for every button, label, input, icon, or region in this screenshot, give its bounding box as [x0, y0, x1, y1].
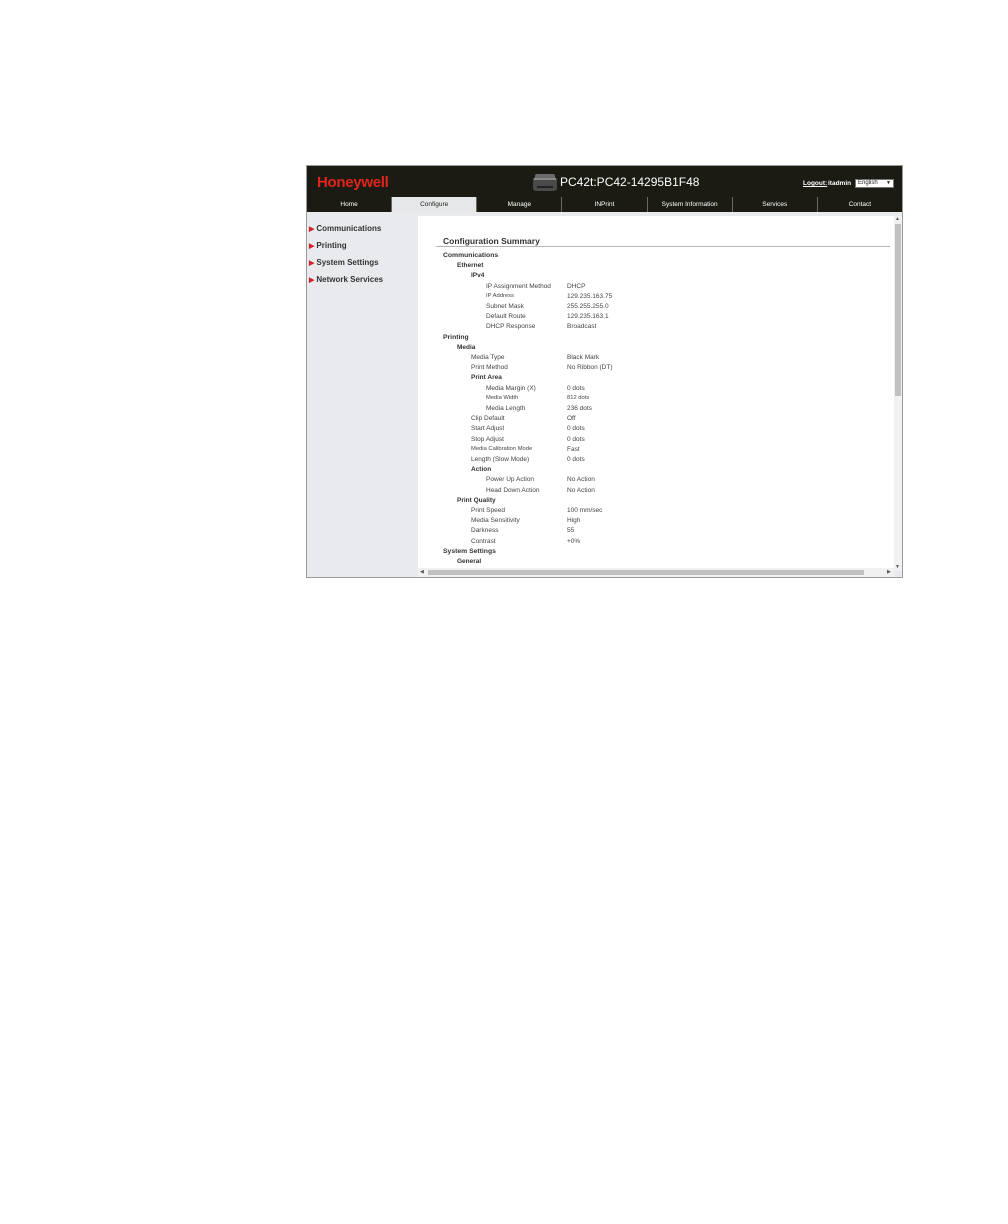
- title-divider: [436, 246, 890, 247]
- setting-value: No Action: [567, 486, 595, 494]
- setting-label: Contrast: [471, 537, 496, 545]
- sidebar-item-label: Communications: [316, 224, 382, 233]
- section-heading: General: [457, 558, 482, 565]
- sidebar-item-label: System Settings: [316, 258, 379, 267]
- section-heading: Communications: [443, 252, 499, 259]
- setting-label: Media Margin (X): [486, 384, 536, 392]
- setting-value: 0 dots: [567, 435, 585, 443]
- sidebar-item-system-settings[interactable]: ▶ System Settings: [309, 258, 379, 267]
- setting-value: Off: [567, 415, 576, 423]
- content-area: Configuration Summary Communications Ethe…: [418, 212, 902, 577]
- section-heading: Media: [457, 343, 476, 351]
- language-value: English: [858, 180, 878, 186]
- setting-value: 129.235.163.75: [567, 292, 613, 300]
- setting-value: Black Mark: [567, 354, 600, 361]
- setting-label: Length (Slow Mode): [471, 456, 530, 463]
- arrow-right-icon: ▶: [309, 226, 315, 233]
- setting-value: No Action: [567, 476, 595, 484]
- section-heading: Action: [471, 466, 492, 474]
- setting-label: Print Speed: [471, 507, 505, 514]
- device-title: PC42t:PC42-14295B1F48: [560, 175, 700, 189]
- setting-value: 236 dots: [567, 405, 592, 412]
- page-title: Configuration Summary: [443, 236, 540, 246]
- scroll-up-icon[interactable]: ▲: [895, 216, 900, 222]
- tab-manage[interactable]: Manage: [476, 197, 561, 212]
- setting-label: IP Address: [486, 292, 514, 299]
- top-header: Honeywell PC42t:PC42-14295B1F48 Logout: …: [307, 166, 902, 197]
- tab-system-information[interactable]: System Information: [646, 197, 732, 212]
- scroll-right-icon[interactable]: ▶: [887, 569, 891, 575]
- setting-label: Media Calibration Mode: [471, 445, 533, 452]
- horizontal-scroll-thumb[interactable]: [428, 570, 864, 575]
- setting-label: IP Assignment Method: [486, 282, 551, 290]
- setting-value: 0 dots: [567, 456, 585, 463]
- tab-inprint[interactable]: INPrint: [561, 197, 646, 212]
- setting-value: 129.235.163.1: [567, 313, 609, 321]
- language-select[interactable]: English ▼: [855, 179, 894, 188]
- setting-label: Head Down Action: [486, 486, 540, 494]
- setting-value: +0%: [567, 537, 581, 545]
- setting-label: Stop Adjust: [471, 435, 504, 443]
- sidebar-item-label: Network Services: [316, 275, 384, 284]
- arrow-right-icon: ▶: [309, 243, 315, 250]
- setting-label: Start Adjust: [471, 425, 505, 433]
- setting-label: Media Type: [471, 354, 505, 361]
- honeywell-logo: Honeywell: [317, 174, 389, 191]
- setting-value: 255.255.255.0: [567, 303, 609, 310]
- setting-value: 0 dots: [567, 384, 585, 392]
- horizontal-scrollbar[interactable]: ◀ ▶: [418, 568, 894, 577]
- configuration-summary-panel: Configuration Summary Communications Ethe…: [418, 216, 894, 577]
- vertical-scrollbar[interactable]: ▲ ▼: [894, 216, 902, 571]
- sidebar-item-network-services[interactable]: ▶ Network Services: [309, 275, 383, 284]
- scroll-left-icon[interactable]: ◀: [420, 569, 424, 575]
- setting-value: 812 dots: [567, 394, 590, 401]
- setting-label: Media Sensitivity: [471, 517, 520, 525]
- setting-label: Darkness: [471, 527, 499, 535]
- setting-value: No Ribbon (DT): [567, 364, 613, 372]
- chevron-down-icon: ▼: [886, 180, 891, 186]
- section-heading: Print Quality: [457, 496, 496, 504]
- setting-value: DHCP: [567, 282, 586, 290]
- browser-frame: Honeywell PC42t:PC42-14295B1F48 Logout: …: [306, 165, 903, 578]
- setting-label: Subnet Mask: [486, 303, 524, 310]
- setting-label: Media Length: [486, 405, 526, 412]
- setting-value: 0 dots: [567, 425, 585, 433]
- main-nav: Home Configure Manage INPrint System Informa…: [307, 197, 902, 212]
- setting-label: Power Up Action: [486, 476, 535, 484]
- setting-label: Media Width: [486, 394, 519, 401]
- tab-configure[interactable]: Configure: [391, 197, 477, 212]
- section-heading: System Settings: [443, 547, 496, 555]
- section-heading: Ethernet: [457, 262, 484, 270]
- tab-contact[interactable]: Contact: [816, 197, 902, 212]
- tab-home[interactable]: Home: [307, 197, 391, 212]
- setting-label: Print Method: [471, 364, 508, 372]
- sidebar-item-label: Printing: [316, 241, 347, 250]
- setting-value: High: [567, 517, 581, 525]
- section-heading: Printing: [443, 333, 469, 341]
- sidebar-item-communications[interactable]: ▶ Communications: [309, 224, 381, 233]
- sidebar-item-printing[interactable]: ▶ Printing: [309, 241, 347, 250]
- setting-value: Broadcast: [567, 323, 597, 331]
- logout-link[interactable]: Logout:: [803, 180, 827, 187]
- scroll-down-icon[interactable]: ▼: [895, 564, 900, 570]
- setting-value: 55: [567, 527, 575, 535]
- section-heading: Print Area: [471, 374, 502, 382]
- printer-icon: [533, 174, 557, 191]
- arrow-right-icon: ▶: [309, 260, 315, 267]
- section-heading: IPv4: [471, 272, 485, 280]
- username: itadmin: [828, 180, 852, 187]
- arrow-right-icon: ▶: [309, 277, 315, 284]
- tab-services[interactable]: Services: [731, 197, 817, 212]
- setting-label: Default Route: [486, 313, 526, 321]
- sidebar: ▶ Communications ▶ Printing ▶ System Settin…: [307, 212, 418, 577]
- setting-label: DHCP Response: [486, 323, 536, 331]
- vertical-scroll-thumb[interactable]: [895, 224, 901, 396]
- setting-label: Clip Default: [471, 415, 505, 423]
- setting-value: Fast: [567, 445, 580, 453]
- setting-value: 100 mm/sec: [567, 507, 603, 514]
